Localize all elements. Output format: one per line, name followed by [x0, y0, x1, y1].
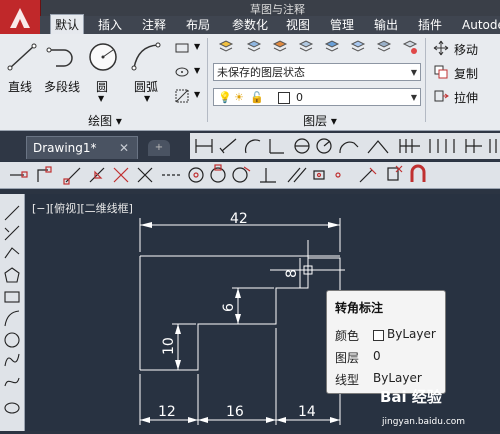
dim-label-top: 42 [230, 211, 248, 227]
tooltip-title: 转角标注 [335, 301, 384, 315]
object-tooltip: 转角标注 颜色 ByLayer 图层 0 线型 ByLayer [326, 290, 446, 394]
tooltip-label-color: 颜色 [335, 329, 360, 343]
tooltip-value-linetype: ByLayer [373, 371, 422, 385]
dim-label-mid-vertical: 6 [221, 303, 237, 312]
dim-label-small: 8 [284, 269, 300, 278]
tooltip-label-layer: 图层 [335, 351, 360, 365]
color-swatch-icon [373, 330, 384, 341]
watermark-logo: Bai 经验 [380, 388, 442, 406]
dim-label-left-vertical: 10 [161, 337, 177, 355]
dim-label-bottom-mid: 16 [226, 404, 244, 420]
tooltip-label-linetype: 线型 [335, 373, 360, 387]
tooltip-value-layer: 0 [373, 349, 381, 363]
dim-label-bottom-left: 12 [158, 404, 176, 420]
tooltip-value-color: ByLayer [387, 327, 436, 341]
dim-label-bottom-right: 14 [298, 404, 316, 420]
watermark-url: jingyan.baidu.com [382, 417, 466, 427]
